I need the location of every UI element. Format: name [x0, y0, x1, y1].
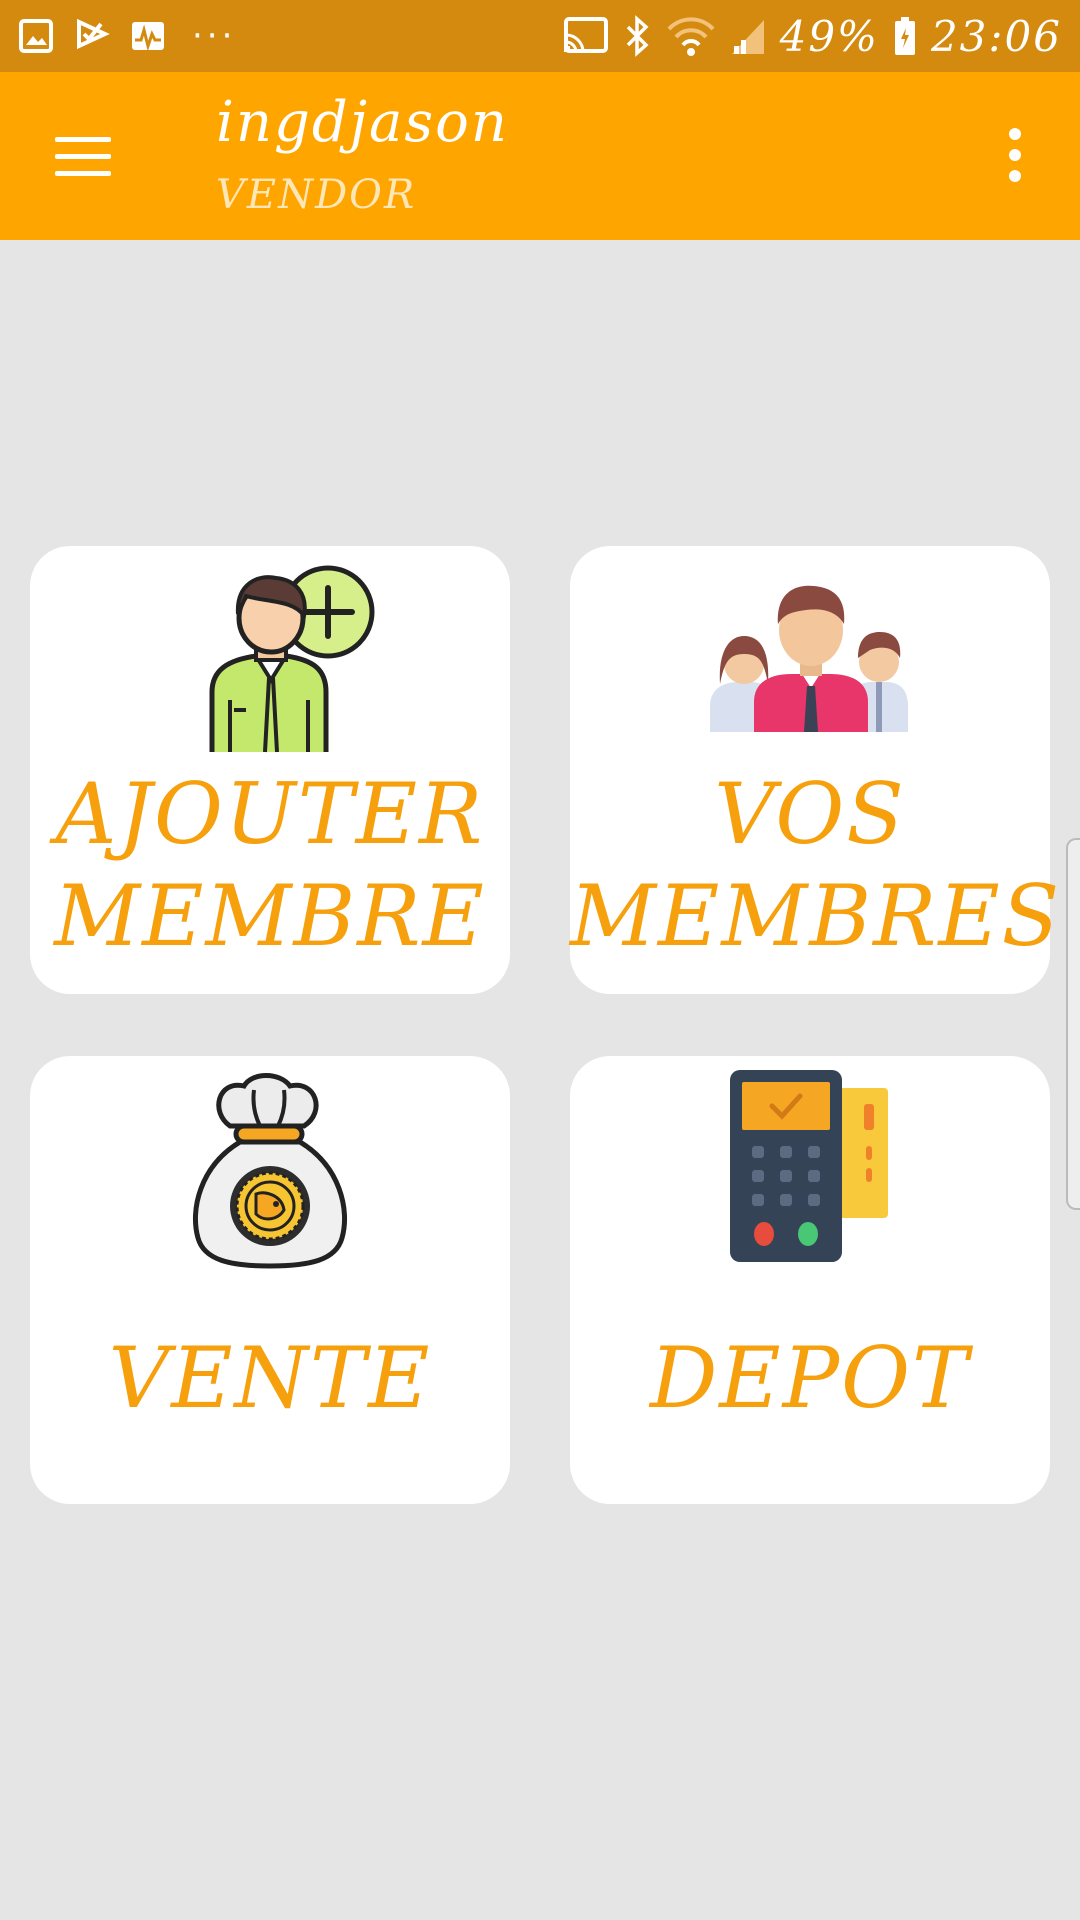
- more-dots-icon: ···: [192, 16, 237, 56]
- app-subtitle: VENDOR: [216, 172, 417, 218]
- ajouter-membre-label-line2: MEMBRE: [54, 867, 486, 965]
- signal-icon: [731, 20, 764, 54]
- hamburger-menu-icon[interactable]: [40, 116, 126, 196]
- check-flag-icon: [77, 18, 110, 50]
- vente-label: VENTE: [108, 1329, 432, 1427]
- more-vert-icon[interactable]: [980, 120, 1050, 190]
- app-bar: ingdjason VENDOR: [0, 72, 1080, 240]
- vos-membres-tile[interactable]: VOS MEMBRES: [570, 546, 1062, 994]
- app-title: ingdjason: [216, 90, 509, 155]
- edge-panel-handle[interactable]: [1066, 838, 1080, 1210]
- depot-label: DEPOT: [649, 1329, 971, 1427]
- ajouter-membre-tile[interactable]: AJOUTER MEMBRE: [30, 546, 510, 994]
- vos-membres-label-line2: MEMBRES: [570, 867, 1062, 965]
- ajouter-membre-label-line1: AJOUTER: [55, 765, 485, 863]
- depot-tile[interactable]: DEPOT: [570, 1056, 1050, 1504]
- money-bag-icon: [192, 1073, 348, 1269]
- add-member-icon: [209, 565, 375, 753]
- clock: 23:06: [930, 11, 1062, 61]
- bluetooth-icon: [626, 15, 649, 57]
- activity-icon: [132, 22, 164, 52]
- battery-percent: 49%: [779, 11, 879, 61]
- battery-icon: [894, 17, 915, 55]
- members-group-icon: [710, 585, 908, 732]
- payment-terminal-icon: [730, 1070, 888, 1262]
- wifi-icon: [667, 17, 715, 56]
- vente-tile[interactable]: VENTE: [30, 1056, 510, 1504]
- status-bar: ··· 49% 23:06: [0, 0, 1080, 72]
- vos-membres-label-line1: VOS: [714, 765, 906, 863]
- image-icon: [19, 19, 53, 53]
- cast-icon: [563, 17, 608, 53]
